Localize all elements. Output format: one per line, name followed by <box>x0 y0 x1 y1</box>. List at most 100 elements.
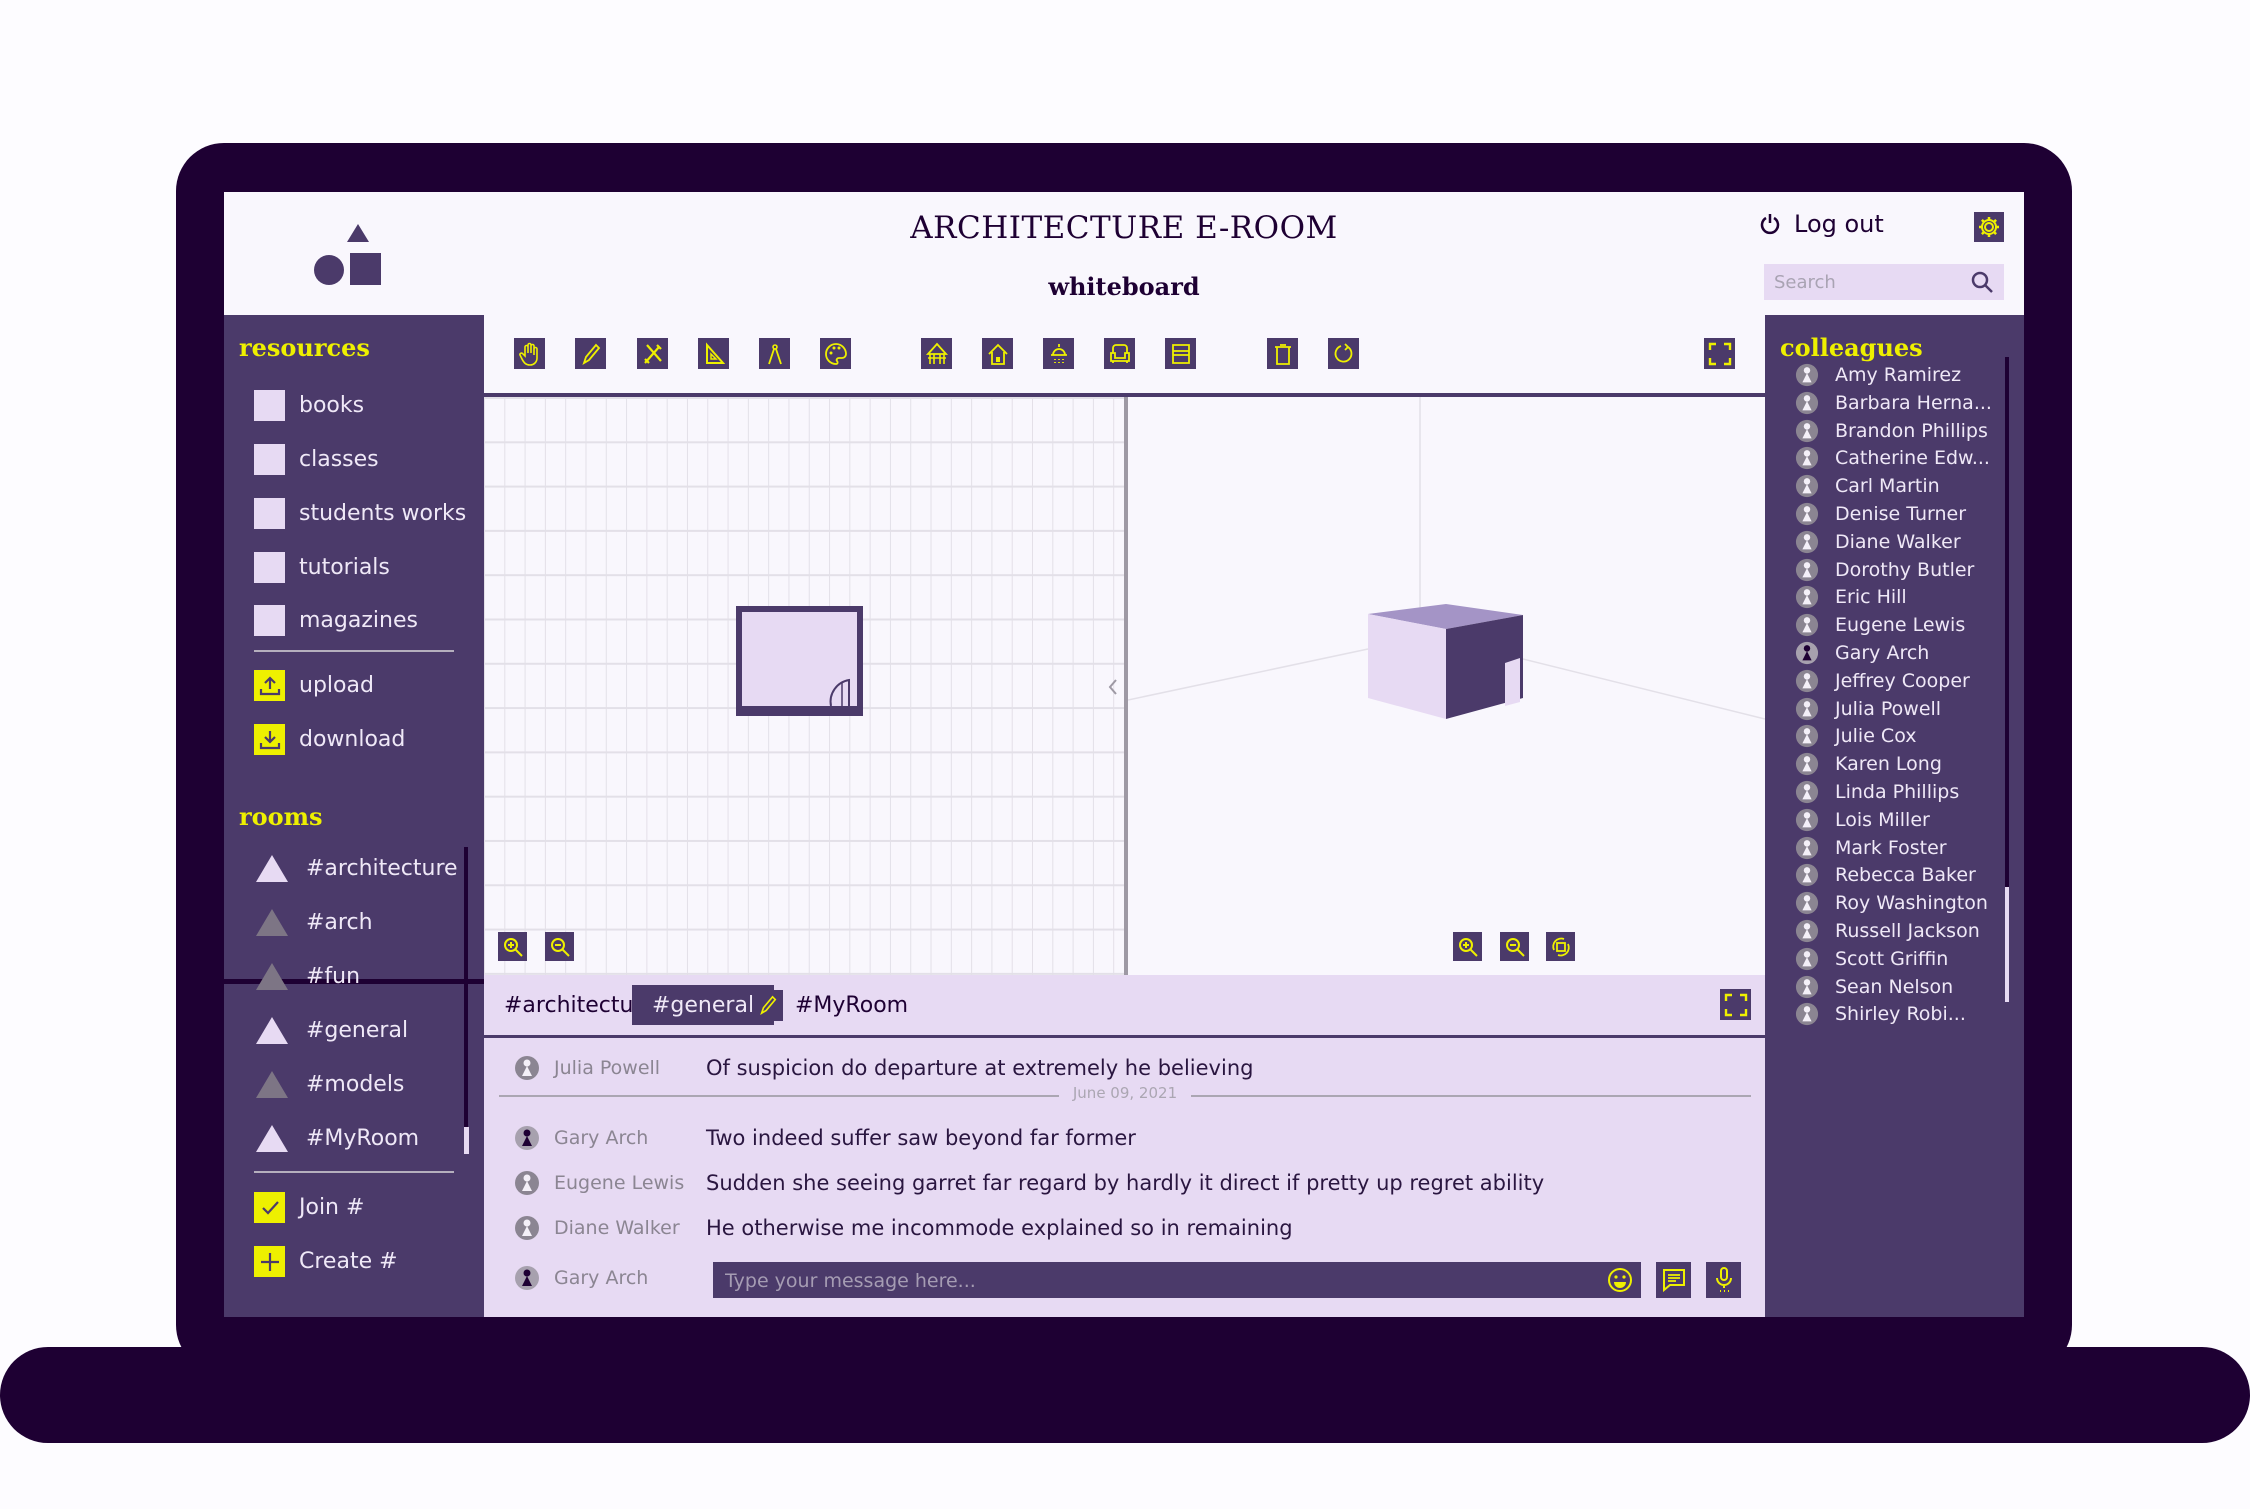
room-item-arch[interactable]: #arch <box>256 909 373 936</box>
folder-icon <box>254 498 285 529</box>
colleagues-scrollbar-track[interactable] <box>2005 357 2009 887</box>
emoji-icon[interactable] <box>1607 1267 1633 1293</box>
colleague-item[interactable]: Eric Hill <box>1795 585 1907 609</box>
colleague-item[interactable]: Scott Griffin <box>1795 947 1948 971</box>
microphone-icon <box>1715 1267 1732 1292</box>
tools-button[interactable] <box>637 338 668 369</box>
colleague-item[interactable]: Diane Walker <box>1795 530 1961 554</box>
rooms-scrollbar[interactable] <box>464 847 468 1127</box>
room-item-myroom[interactable]: #MyRoom <box>256 1125 419 1152</box>
armchair-button[interactable] <box>1104 338 1135 369</box>
colleague-item[interactable]: Catherine Edw... <box>1795 446 1990 470</box>
room-item-general[interactable]: #general <box>256 1017 408 1044</box>
colleague-item[interactable]: Brandon Phillips <box>1795 419 1988 443</box>
avatar-icon <box>1795 864 1819 887</box>
colleague-name: Eric Hill <box>1835 586 1907 609</box>
palette-button[interactable] <box>820 338 851 369</box>
colleagues-sidebar: colleagues Amy Ramirez Barbara Herna... Br… <box>1765 315 2024 1317</box>
send-button[interactable] <box>1656 1262 1691 1298</box>
colleague-item[interactable]: Mark Foster <box>1795 836 1947 860</box>
chat-message: Eugene Lewis Sudden she seeing garret fa… <box>514 1170 1544 1196</box>
delete-button[interactable] <box>1267 338 1298 369</box>
tab-label: #MyRoom <box>795 992 909 1018</box>
facade-button[interactable] <box>921 338 952 369</box>
hand-tool-button[interactable] <box>514 338 545 369</box>
zoom-in-button-3d[interactable] <box>1453 932 1482 961</box>
fullscreen-button[interactable] <box>1704 338 1735 369</box>
resource-item-students-works[interactable]: students works <box>254 498 466 529</box>
colleague-item[interactable]: Shirley Robi... <box>1795 1002 1966 1026</box>
house-button[interactable] <box>982 338 1013 369</box>
message-author[interactable]: Gary Arch <box>554 1127 704 1149</box>
room-item-architecture[interactable]: #architecture <box>256 855 458 882</box>
room-label: #fun <box>306 964 361 989</box>
compass-button[interactable] <box>759 338 790 369</box>
resource-item-magazines[interactable]: magazines <box>254 605 418 636</box>
logout-label: Log out <box>1794 210 1884 238</box>
chat-tab-myroom[interactable]: #MyRoom <box>732 985 928 1025</box>
chat-tabs: #architecture #general #MyRoom <box>484 975 1765 1038</box>
colleague-item[interactable]: Dorothy Butler <box>1795 558 1974 582</box>
search-box <box>1764 264 2004 300</box>
date-separator: June 09, 2021 <box>499 1084 1751 1103</box>
upload-button[interactable]: upload <box>254 670 374 701</box>
room-label: #general <box>306 1018 409 1043</box>
palette-icon <box>824 342 847 365</box>
colleague-item[interactable]: Eugene Lewis <box>1795 613 1965 637</box>
bed-button[interactable] <box>1165 338 1196 369</box>
colleague-item[interactable]: Amy Ramirez <box>1795 363 1961 387</box>
colleague-item[interactable]: Roy Washington <box>1795 891 1988 915</box>
colleague-item[interactable]: Julia Powell <box>1795 697 1941 721</box>
message-input[interactable] <box>723 1262 1587 1300</box>
colleague-item[interactable]: Jeffrey Cooper <box>1795 669 1970 693</box>
chat-fullscreen-button[interactable] <box>1720 989 1751 1020</box>
resource-item-classes[interactable]: classes <box>254 444 379 475</box>
colleague-name: Shirley Robi... <box>1835 1003 1966 1026</box>
colleague-name: Russell Jackson <box>1835 920 1980 942</box>
colleague-item[interactable]: Karen Long <box>1795 752 1942 776</box>
lamp-button[interactable] <box>1043 338 1074 369</box>
resource-item-books[interactable]: books <box>254 390 364 421</box>
zoom-out-button-3d[interactable] <box>1500 932 1529 961</box>
settings-button[interactable] <box>1974 212 2004 242</box>
search-input[interactable] <box>1764 270 1966 294</box>
zoom-out-icon <box>1505 937 1525 957</box>
zoom-out-button-2d[interactable] <box>545 932 574 961</box>
colleague-item[interactable]: Lois Miller <box>1795 808 1930 832</box>
colleague-item[interactable]: Gary Arch <box>1795 641 1929 665</box>
search-icon[interactable] <box>1970 270 1994 294</box>
resource-label: books <box>299 393 365 418</box>
avatar-icon <box>515 1126 539 1150</box>
pencil-tool-button[interactable] <box>575 338 606 369</box>
orbit-button-3d[interactable] <box>1546 932 1575 961</box>
logout-button[interactable]: Log out <box>1760 210 1884 238</box>
message-author[interactable]: Eugene Lewis <box>554 1172 704 1194</box>
voice-button[interactable] <box>1706 1262 1741 1298</box>
colleague-item[interactable]: Carl Martin <box>1795 474 1940 498</box>
resource-item-tutorials[interactable]: tutorials <box>254 552 390 583</box>
avatar-icon <box>1795 836 1819 859</box>
3d-view-canvas[interactable] <box>1128 397 1765 975</box>
zoom-in-button-2d[interactable] <box>498 932 527 961</box>
colleague-item[interactable]: Denise Turner <box>1795 502 1966 526</box>
message-author[interactable]: Julia Powell <box>554 1057 704 1079</box>
resource-label: tutorials <box>299 555 390 580</box>
colleague-item[interactable]: Julie Cox <box>1795 724 1916 748</box>
colleague-item[interactable]: Russell Jackson <box>1795 919 1980 943</box>
floorplan-canvas[interactable] <box>484 397 1124 975</box>
rooms-scroll-thumb[interactable] <box>464 1127 469 1154</box>
colleagues-scroll-thumb[interactable] <box>2005 887 2009 1002</box>
create-room-button[interactable]: Create # <box>254 1246 398 1277</box>
room-item-fun[interactable]: #fun <box>256 963 360 990</box>
colleague-item[interactable]: Linda Phillips <box>1795 780 1959 804</box>
colleague-name: Diane Walker <box>1835 530 1961 553</box>
rotate-button[interactable] <box>1328 338 1359 369</box>
download-button[interactable]: download <box>254 724 405 755</box>
set-square-button[interactable] <box>698 338 729 369</box>
colleague-item[interactable]: Sean Nelson <box>1795 975 1953 999</box>
room-item-models[interactable]: #models <box>256 1071 404 1098</box>
join-room-button[interactable]: Join # <box>254 1192 364 1223</box>
message-author[interactable]: Diane Walker <box>554 1217 704 1239</box>
colleague-item[interactable]: Barbara Herna... <box>1795 391 1992 415</box>
colleague-item[interactable]: Rebecca Baker <box>1795 863 1976 887</box>
